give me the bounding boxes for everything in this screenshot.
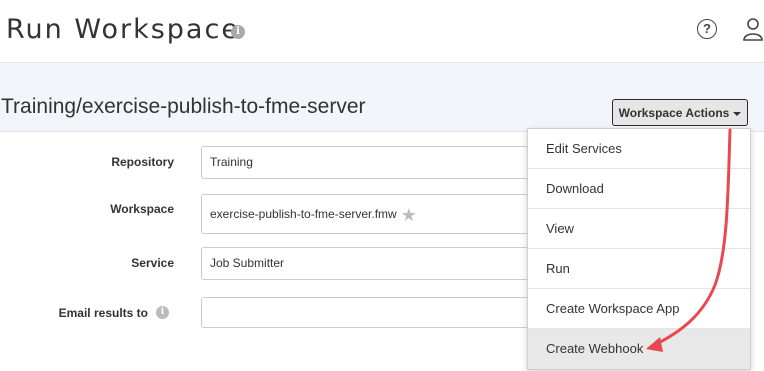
workspace-field[interactable]: exercise-publish-to-fme-server.fmw ★ (201, 194, 541, 234)
repository-value: Training (210, 155, 253, 169)
menu-item-create-webhook[interactable]: Create Webhook (528, 329, 750, 369)
menu-item-download[interactable]: Download (528, 169, 750, 209)
help-icon[interactable]: ? (697, 19, 717, 39)
email-label: Email results to (58, 306, 148, 320)
email-results-input[interactable] (201, 297, 541, 328)
repository-label: Repository (111, 155, 174, 169)
menu-item-edit-services[interactable]: Edit Services (528, 129, 750, 169)
service-value: Job Submitter (210, 256, 285, 270)
user-icon[interactable] (742, 17, 764, 41)
page-title: Run Workspace (6, 14, 240, 45)
menu-item-view[interactable]: View (528, 209, 750, 249)
info-icon[interactable]: i (231, 25, 245, 39)
star-icon[interactable]: ★ (401, 205, 417, 225)
top-bar: Run Workspace i ? (0, 0, 764, 63)
service-label: Service (131, 256, 174, 270)
caret-down-icon (733, 111, 742, 116)
info-icon[interactable]: i (156, 306, 169, 319)
workspace-actions-button[interactable]: Workspace Actions (612, 99, 748, 126)
workspace-actions-menu: Edit Services Download View Run Create W… (527, 128, 751, 370)
menu-item-create-workspace-app[interactable]: Create Workspace App (528, 289, 750, 329)
workspace-actions-label: Workspace Actions (618, 106, 730, 120)
workspace-label: Workspace (110, 202, 174, 216)
repository-field[interactable]: Training (201, 146, 541, 179)
menu-item-run[interactable]: Run (528, 249, 750, 289)
workspace-path-heading: Training/exercise-publish-to-fme-server (1, 95, 366, 118)
service-field[interactable]: Job Submitter (201, 247, 541, 280)
workspace-value: exercise-publish-to-fme-server.fmw (210, 207, 397, 221)
